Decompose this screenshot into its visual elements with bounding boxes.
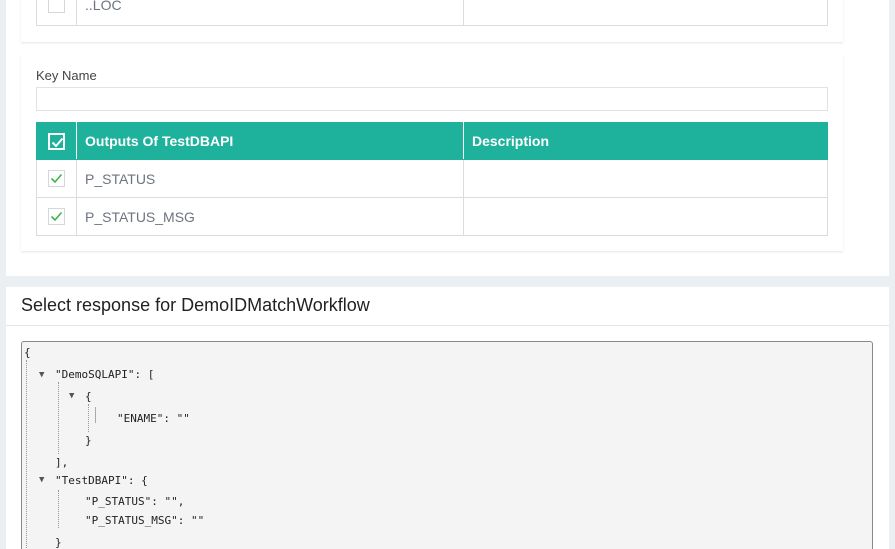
collapse-triangle-icon[interactable]: ▼ (39, 473, 44, 487)
table-row: P_STATUS (36, 159, 828, 198)
description-header: Description (463, 122, 828, 160)
key-name-input[interactable] (36, 87, 828, 111)
row-checkbox[interactable] (48, 208, 65, 226)
table-row: ..LOC (36, 0, 828, 26)
json-line: "DemoSQLAPI": [ (55, 368, 155, 381)
tree-guide (88, 404, 89, 432)
row-checkbox-cell (36, 0, 77, 26)
json-line: "TestDBAPI": { (55, 474, 148, 487)
json-response-viewer[interactable]: { ▼ "DemoSQLAPI": [ ▼ { "ENAME": "" } ],… (21, 341, 873, 549)
tree-guide (58, 490, 59, 528)
output-description-cell[interactable] (463, 159, 828, 198)
check-icon (50, 212, 63, 222)
divider (6, 325, 889, 326)
response-title: Select response for DemoIDMatchWorkflow (21, 295, 370, 315)
input-description-cell[interactable] (463, 0, 828, 26)
json-line: ], (55, 456, 69, 469)
key-name-label: Key Name (36, 68, 97, 83)
collapse-triangle-icon[interactable]: ▼ (69, 389, 74, 403)
json-line: "P_STATUS": "", (85, 495, 185, 508)
response-panel: Select response for DemoIDMatchWorkflow … (6, 287, 889, 549)
output-name-cell: P_STATUS (76, 159, 464, 198)
output-name-cell: P_STATUS_MSG (76, 197, 464, 236)
row-checkbox[interactable] (48, 170, 65, 188)
select-all-cell (36, 122, 77, 160)
check-icon (51, 137, 64, 148)
tree-guide (58, 382, 59, 454)
json-line: } (85, 434, 92, 447)
json-line: } (55, 536, 62, 549)
outputs-name-header: Outputs Of TestDBAPI (76, 122, 464, 160)
row-checkbox-cell (36, 197, 77, 236)
tree-guide (95, 407, 96, 423)
input-name-cell: ..LOC (76, 0, 464, 26)
inputs-table: ..LOC (36, 0, 828, 26)
check-icon (50, 174, 63, 184)
json-line: { (85, 390, 92, 403)
output-description-cell[interactable] (463, 197, 828, 236)
outputs-table: Outputs Of TestDBAPI Description P_STATU… (36, 122, 828, 236)
json-line: "P_STATUS_MSG": "" (85, 514, 205, 527)
table-header-row: Outputs Of TestDBAPI Description (36, 122, 828, 160)
table-row: P_STATUS_MSG (36, 197, 828, 236)
row-checkbox[interactable] (48, 0, 65, 13)
tree-guide (26, 360, 27, 549)
json-line: { (24, 346, 31, 359)
collapse-triangle-icon[interactable]: ▼ (39, 368, 44, 382)
select-all-checkbox[interactable] (48, 132, 65, 150)
json-line: "ENAME": "" (117, 412, 190, 425)
row-checkbox-cell (36, 159, 77, 198)
